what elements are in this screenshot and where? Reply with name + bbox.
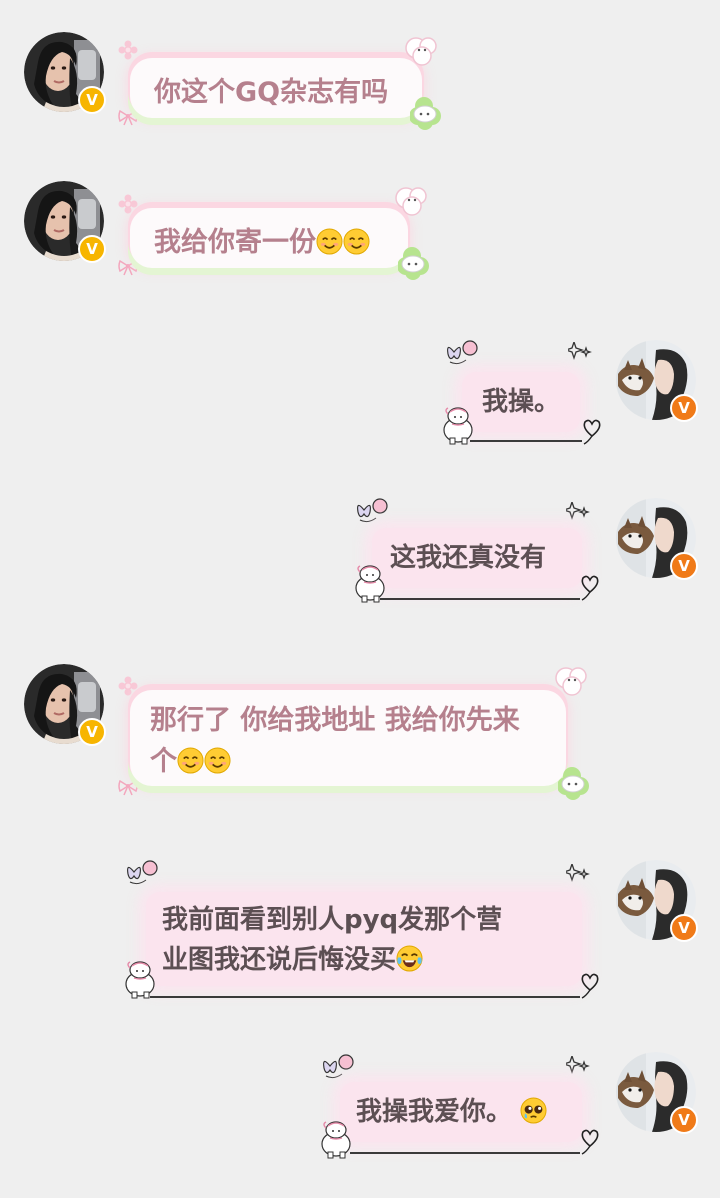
bow-icon bbox=[118, 676, 138, 696]
message-text: 我操我爱你。 bbox=[356, 1097, 513, 1127]
message-text-line1: 那行了 你给我地址 我给你先来 bbox=[150, 705, 520, 736]
user-avatar[interactable]: V bbox=[616, 860, 698, 942]
message-row: V 你这个GQ杂志有吗 bbox=[0, 0, 720, 160]
message-text-line2: 业图我还说后悔没买 bbox=[162, 945, 397, 975]
verified-badge-icon: V bbox=[670, 394, 698, 422]
contact-avatar[interactable]: V bbox=[24, 32, 106, 114]
smiling-face-emoji-icon bbox=[343, 228, 370, 255]
message-bubble[interactable]: 我前面看到别人pyq发那个营 业图我还说后悔没买 bbox=[146, 892, 582, 986]
sketch-underline bbox=[380, 598, 580, 600]
message-text: 这我还真没有 bbox=[390, 543, 547, 573]
message-bubble[interactable]: 这我还真没有 bbox=[372, 528, 582, 588]
smiling-face-emoji-icon bbox=[316, 228, 343, 255]
heart-icon bbox=[583, 419, 601, 445]
user-avatar[interactable]: V bbox=[616, 340, 698, 422]
contact-avatar[interactable]: V bbox=[24, 181, 106, 263]
butterfly-icon bbox=[323, 1054, 354, 1079]
sparkle-icon bbox=[566, 502, 589, 519]
heart-icon bbox=[581, 575, 599, 601]
message-bubble[interactable]: 我给你寄一份 bbox=[130, 208, 408, 268]
message-text: 我操。 bbox=[482, 387, 561, 417]
user-avatar[interactable]: V bbox=[616, 1052, 698, 1134]
message-row: V 那行了 你给我地址 我给你先来 个 bbox=[0, 640, 720, 840]
sketch-underline bbox=[470, 440, 582, 442]
message-text-line2: 个 bbox=[150, 746, 177, 777]
verified-badge-icon: V bbox=[78, 86, 106, 114]
message-text-line1: 我前面看到别人pyq发那个营 bbox=[162, 905, 503, 935]
verified-badge-icon: V bbox=[670, 552, 698, 580]
message-row: 我操。 V bbox=[0, 310, 720, 470]
sheep-icon bbox=[555, 667, 587, 696]
message-text: 我给你寄一份 bbox=[154, 227, 316, 258]
tears-of-joy-emoji-icon bbox=[396, 945, 423, 972]
bow-icon bbox=[118, 40, 138, 60]
bow-icon bbox=[118, 194, 138, 214]
sketch-underline bbox=[350, 1152, 580, 1154]
message-bubble[interactable]: 你这个GQ杂志有吗 bbox=[130, 58, 422, 118]
sparkle-icon bbox=[568, 342, 591, 359]
pleading-face-emoji-icon bbox=[520, 1097, 547, 1124]
heart-icon bbox=[581, 973, 599, 999]
butterfly-icon bbox=[357, 498, 388, 523]
butterfly-icon bbox=[447, 340, 478, 365]
message-row: 我操我爱你。 V bbox=[0, 1040, 720, 1198]
smiling-face-emoji-icon bbox=[204, 747, 231, 774]
user-avatar[interactable]: V bbox=[616, 498, 698, 580]
heart-icon bbox=[581, 1129, 599, 1155]
verified-badge-icon: V bbox=[78, 235, 106, 263]
message-text: 你这个GQ杂志有吗 bbox=[154, 77, 389, 108]
message-row: 这我还真没有 V bbox=[0, 470, 720, 640]
verified-badge-icon: V bbox=[670, 1106, 698, 1134]
sparkle-icon bbox=[566, 1056, 589, 1073]
verified-badge-icon: V bbox=[78, 718, 106, 746]
message-row: V 我给你寄一份 bbox=[0, 160, 720, 310]
butterfly-icon bbox=[126, 860, 158, 885]
sketch-underline bbox=[150, 996, 580, 998]
message-bubble[interactable]: 我操。 bbox=[462, 372, 580, 432]
sparkle-icon bbox=[566, 864, 589, 881]
contact-avatar[interactable]: V bbox=[24, 664, 106, 746]
verified-badge-icon: V bbox=[670, 914, 698, 942]
message-bubble[interactable]: 那行了 你给我地址 我给你先来 个 bbox=[130, 690, 566, 786]
message-bubble[interactable]: 我操我爱你。 bbox=[340, 1082, 582, 1142]
message-row: 我前面看到别人pyq发那个营 业图我还说后悔没买 V bbox=[0, 840, 720, 1040]
smiling-face-emoji-icon bbox=[177, 747, 204, 774]
